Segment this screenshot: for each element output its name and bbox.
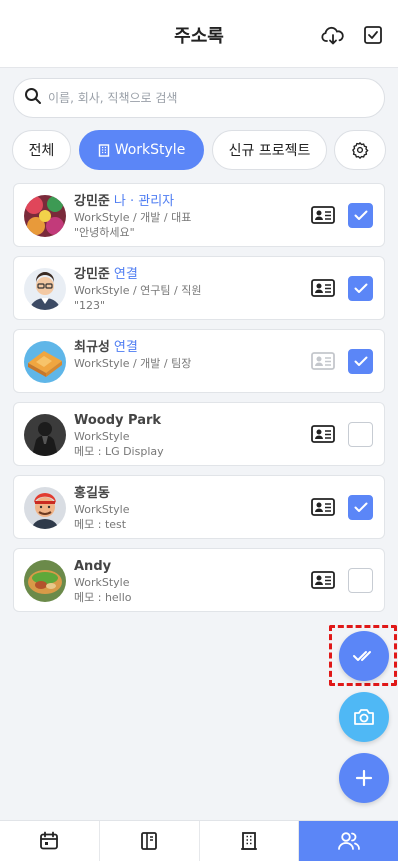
filter-workstyle-chip[interactable]: WorkStyle xyxy=(79,130,204,170)
plus-icon xyxy=(355,769,373,787)
camera-icon xyxy=(353,708,375,726)
double-check-icon xyxy=(352,649,376,663)
contact-note: 메모 : hello xyxy=(74,591,132,604)
app-header: 주소록 xyxy=(0,0,398,68)
contact-name: 강민준 xyxy=(74,267,110,282)
business-card-icon[interactable] xyxy=(311,352,335,370)
contact-org: WorkStyle xyxy=(74,503,130,516)
filter-all-chip[interactable]: 전체 xyxy=(12,130,71,170)
contact-card[interactable]: 강민준 연결 WorkStyle / 연구팀 / 직원 "123" xyxy=(13,256,385,320)
contact-card[interactable]: Woody Park WorkStyle 메모 : LG Display xyxy=(13,402,385,466)
contact-org: WorkStyle xyxy=(74,576,130,589)
avatar xyxy=(24,268,66,310)
avatar xyxy=(24,560,66,602)
contact-note: "123" xyxy=(74,299,106,312)
chip-label: 전체 xyxy=(28,143,55,159)
business-card-icon[interactable] xyxy=(311,279,335,297)
avatar xyxy=(24,341,66,383)
contact-name: Woody Park xyxy=(74,413,162,428)
contact-org: WorkStyle / 개발 / 팀장 xyxy=(74,357,192,370)
search-icon xyxy=(24,87,42,109)
contact-name: 홍길동 xyxy=(74,486,110,501)
avatar xyxy=(24,195,66,237)
bottom-nav xyxy=(0,820,398,861)
avatar xyxy=(24,414,66,456)
select-checkbox[interactable] xyxy=(348,349,373,374)
building-icon xyxy=(98,143,110,157)
contact-card[interactable]: 홍길동 WorkStyle 메모 : test xyxy=(13,475,385,539)
avatar xyxy=(24,487,66,529)
select-all-button[interactable] xyxy=(339,631,389,681)
contact-name: 최규성 xyxy=(74,340,110,355)
search-bar[interactable] xyxy=(13,78,385,118)
contact-tag: 연결 xyxy=(113,340,138,355)
chip-label: 신규 프로젝트 xyxy=(228,143,311,159)
building-icon xyxy=(240,831,258,851)
checkbox-icon[interactable] xyxy=(360,22,386,48)
nav-company[interactable] xyxy=(200,821,300,861)
filter-new-project-chip[interactable]: 신규 프로젝트 xyxy=(212,130,327,170)
contact-note: 메모 : LG Display xyxy=(74,445,164,458)
search-input[interactable] xyxy=(48,91,348,105)
nav-calendar[interactable] xyxy=(0,821,100,861)
add-contact-button[interactable] xyxy=(339,753,389,803)
contact-tag: 연결 xyxy=(113,267,138,282)
business-card-icon[interactable] xyxy=(311,206,335,224)
business-card-icon[interactable] xyxy=(311,498,335,516)
contact-note: 메모 : test xyxy=(74,518,127,531)
select-checkbox[interactable] xyxy=(348,495,373,520)
contact-org: WorkStyle / 개발 / 대표 xyxy=(74,211,192,224)
business-card-icon[interactable] xyxy=(311,425,335,443)
users-icon xyxy=(337,831,361,851)
nav-notebook[interactable] xyxy=(100,821,200,861)
cloud-download-icon[interactable] xyxy=(320,22,346,48)
filter-settings-chip[interactable] xyxy=(334,130,386,170)
notebook-icon xyxy=(140,831,158,851)
contact-card[interactable]: 최규성 연결 WorkStyle / 개발 / 팀장 xyxy=(13,329,385,393)
contact-card[interactable]: 강민준 나 · 관리자 WorkStyle / 개발 / 대표 "안녕하세요" xyxy=(13,183,385,247)
contact-org: WorkStyle xyxy=(74,430,130,443)
select-checkbox[interactable] xyxy=(348,422,373,447)
select-checkbox[interactable] xyxy=(348,276,373,301)
contact-org: WorkStyle / 연구팀 / 직원 xyxy=(74,284,202,297)
contact-card[interactable]: Andy WorkStyle 메모 : hello xyxy=(13,548,385,612)
contact-note: "안녕하세요" xyxy=(74,226,135,239)
camera-button[interactable] xyxy=(339,692,389,742)
nav-contacts[interactable] xyxy=(299,821,398,861)
business-card-icon[interactable] xyxy=(311,571,335,589)
gear-icon xyxy=(351,141,369,159)
contact-tag: 나 · 관리자 xyxy=(113,194,175,209)
select-checkbox[interactable] xyxy=(348,568,373,593)
calendar-icon xyxy=(39,831,59,851)
select-checkbox[interactable] xyxy=(348,203,373,228)
contact-name: 강민준 xyxy=(74,194,110,209)
contact-name: Andy xyxy=(74,559,112,574)
chip-label: WorkStyle xyxy=(114,142,186,158)
